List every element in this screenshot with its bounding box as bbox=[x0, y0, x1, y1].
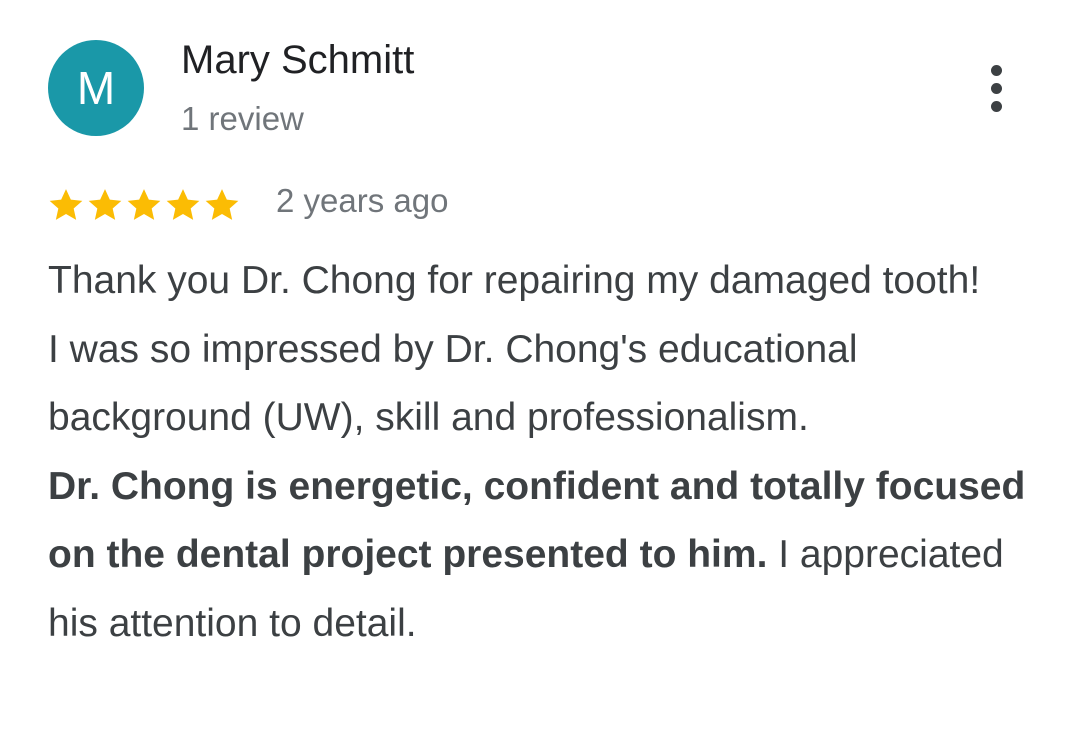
review-paragraph: I was so impressed by Dr. Chong's educat… bbox=[48, 327, 858, 440]
review-paragraph: Thank you Dr. Chong for repairing my dam… bbox=[48, 259, 981, 302]
review-paragraph: Dr. Chong is energetic, confident and to… bbox=[48, 453, 1038, 659]
review-card: M Mary Schmitt 1 review 2 years ago Than… bbox=[0, 0, 1080, 746]
star-icon bbox=[127, 189, 161, 220]
star-icon bbox=[49, 189, 83, 220]
review-date: 2 years ago bbox=[276, 182, 449, 219]
more-options-button[interactable] bbox=[971, 56, 1021, 120]
star-icon bbox=[88, 189, 122, 220]
more-vert-icon-dot bbox=[990, 100, 1002, 112]
review-count: 1 review bbox=[181, 100, 304, 137]
star-icon bbox=[166, 189, 200, 220]
avatar-initial: M bbox=[76, 62, 116, 114]
avatar[interactable]: M bbox=[48, 40, 144, 136]
author-name[interactable]: Mary Schmitt bbox=[181, 38, 414, 83]
star-icon bbox=[205, 189, 239, 220]
more-vert-icon bbox=[990, 64, 1002, 76]
more-vert-icon-dot bbox=[990, 82, 1002, 94]
star-rating bbox=[46, 184, 241, 226]
review-text: Thank you Dr. Chong for repairing my dam… bbox=[48, 247, 1038, 658]
